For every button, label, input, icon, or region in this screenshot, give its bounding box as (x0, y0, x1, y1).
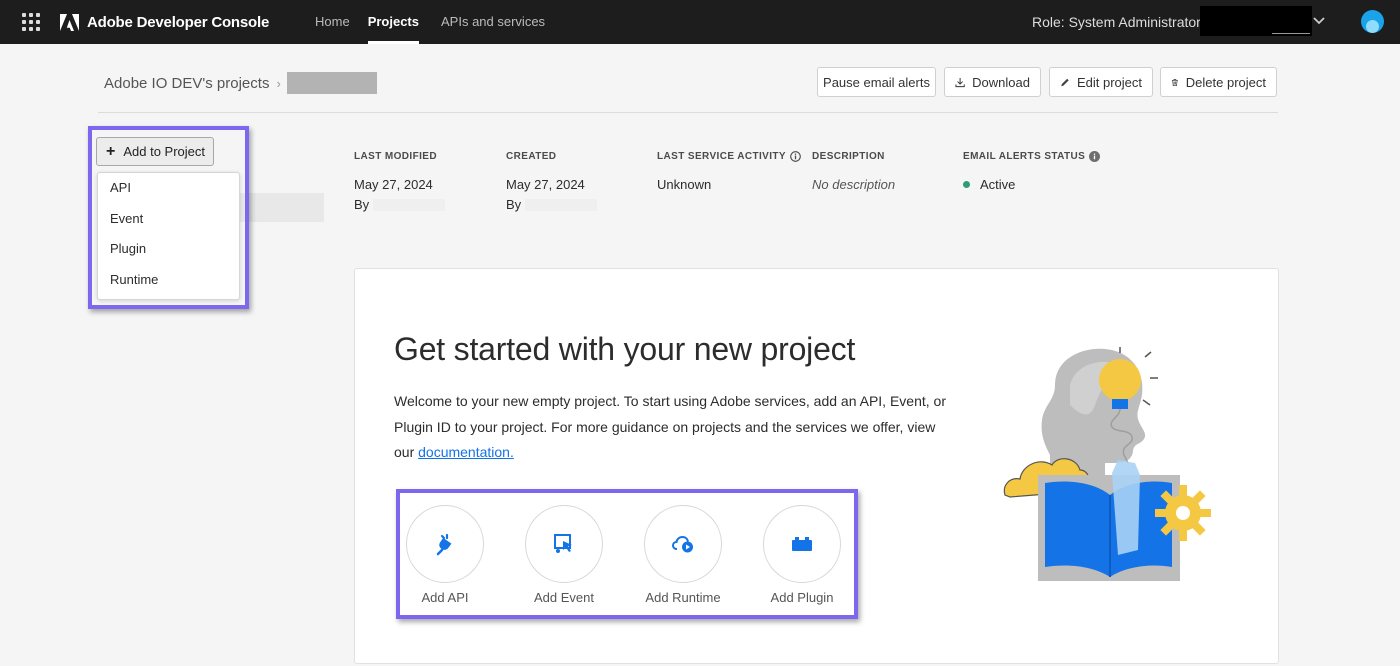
plus-icon: + (106, 142, 116, 160)
meta-description: DESCRIPTION No description (812, 150, 896, 193)
meta-email-alerts-status: EMAIL ALERTS STATUS Active (963, 150, 1101, 192)
pencil-icon (1061, 78, 1069, 86)
brand[interactable]: Adobe Developer Console (60, 11, 269, 33)
org-selector-redacted[interactable] (1200, 6, 1312, 36)
add-runtime-label: Add Runtime (645, 590, 721, 605)
meta-value: May 27, 2024 (506, 177, 585, 192)
meta-by-label: By (506, 197, 522, 212)
breadcrumb-root[interactable]: Adobe IO DEV's projects (104, 75, 269, 92)
nav-projects[interactable]: Projects (357, 0, 430, 44)
role-label: Role: System Administrator (1032, 14, 1201, 30)
meta-author: By (354, 197, 446, 212)
breadcrumb: Adobe IO DEV's projects › (104, 70, 377, 96)
brand-title: Adobe Developer Console (87, 13, 270, 31)
cloud-play-icon (671, 535, 693, 553)
meta-value: May 27, 2024 (354, 177, 433, 192)
head-book-illustration (1003, 347, 1211, 581)
menu-item-api[interactable]: API (98, 173, 239, 204)
add-to-project-menu: API Event Plugin Runtime (97, 172, 240, 300)
plug-icon (436, 533, 452, 556)
meta-label: CREATED (506, 150, 557, 162)
app-switcher-icon[interactable] (22, 13, 40, 31)
add-api-circle[interactable] (406, 505, 484, 583)
meta-label: LAST MODIFIED (354, 150, 437, 162)
card-description: Welcome to your new empty project. To st… (394, 389, 954, 466)
plugin-brick-icon (792, 537, 812, 551)
add-plugin-label: Add Plugin (770, 590, 834, 605)
gear (1155, 485, 1211, 541)
main-nav: Home Projects APIs and services (300, 0, 556, 44)
breadcrumb-separator: › (276, 75, 281, 91)
menu-item-event[interactable]: Event (98, 204, 239, 235)
add-event-circle[interactable] (525, 505, 603, 583)
delete-project-button[interactable]: Delete project (1160, 67, 1277, 97)
chevron-down-icon[interactable] (1312, 13, 1326, 27)
meta-value: No description (812, 177, 896, 192)
info-icon[interactable] (790, 150, 801, 162)
status-dot (963, 181, 970, 188)
meta-label-text: LAST SERVICE ACTIVITY (657, 150, 786, 162)
meta-by-label: By (354, 197, 370, 212)
add-to-project-label: Add to Project (123, 144, 205, 159)
download-label: Download (972, 74, 1030, 90)
redacted-author (373, 198, 446, 211)
nav-apis-and-services[interactable]: APIs and services (430, 0, 556, 44)
meta-label: EMAIL ALERTS STATUS (963, 150, 1101, 162)
documentation-link[interactable]: documentation. (418, 444, 514, 460)
trash-icon (1171, 78, 1178, 86)
download-button[interactable]: Download (944, 67, 1041, 97)
add-event-label: Add Event (534, 590, 594, 605)
edit-project-button[interactable]: Edit project (1049, 67, 1153, 97)
meta-created: CREATED May 27, 2024 By (506, 150, 598, 212)
info-icon[interactable] (1089, 150, 1101, 162)
nav-home[interactable]: Home (304, 0, 361, 44)
meta-value: Active (963, 177, 1100, 192)
card-title: Get started with your new project (394, 331, 856, 367)
meta-last-modified: LAST MODIFIED May 27, 2024 By (354, 150, 446, 212)
meta-label: LAST SERVICE ACTIVITY (657, 150, 801, 162)
meta-author: By (506, 197, 598, 212)
menu-item-runtime[interactable]: Runtime (98, 265, 239, 296)
delete-project-label: Delete project (1185, 74, 1266, 90)
meta-label: DESCRIPTION (812, 150, 885, 162)
download-icon (955, 77, 965, 87)
edit-project-label: Edit project (1076, 74, 1142, 90)
open-book (1038, 460, 1180, 581)
org-underline (1272, 33, 1310, 34)
user-avatar-icon[interactable] (1361, 10, 1384, 33)
side-nav-selected-item[interactable] (240, 193, 324, 222)
menu-item-plugin[interactable]: Plugin (98, 234, 239, 265)
breadcrumb-project-redacted (286, 72, 377, 94)
pause-email-alerts-button[interactable]: Pause email alerts (817, 67, 936, 97)
add-plugin-circle[interactable] (763, 505, 841, 583)
pause-email-alerts-label: Pause email alerts (823, 74, 930, 90)
header-divider (98, 112, 1278, 113)
add-api-tile[interactable]: Add API (395, 505, 495, 610)
top-bar: Adobe Developer Console Home Projects AP… (0, 0, 1400, 44)
meta-label-text: EMAIL ALERTS STATUS (963, 150, 1086, 162)
add-runtime-circle[interactable] (644, 505, 722, 583)
add-to-project-button[interactable]: + Add to Project (96, 137, 214, 166)
add-event-tile[interactable]: Add Event (514, 505, 614, 610)
status-text: Active (980, 177, 1016, 192)
meta-value: Unknown (657, 177, 712, 192)
redacted-author (525, 198, 598, 211)
add-runtime-tile[interactable]: Add Runtime (633, 505, 733, 610)
add-plugin-tile[interactable]: Add Plugin (752, 505, 852, 610)
event-icon (554, 534, 572, 553)
add-api-label: Add API (421, 590, 469, 605)
meta-last-service-activity: LAST SERVICE ACTIVITY Unknown (657, 150, 801, 192)
adobe-logo-icon (60, 13, 79, 31)
